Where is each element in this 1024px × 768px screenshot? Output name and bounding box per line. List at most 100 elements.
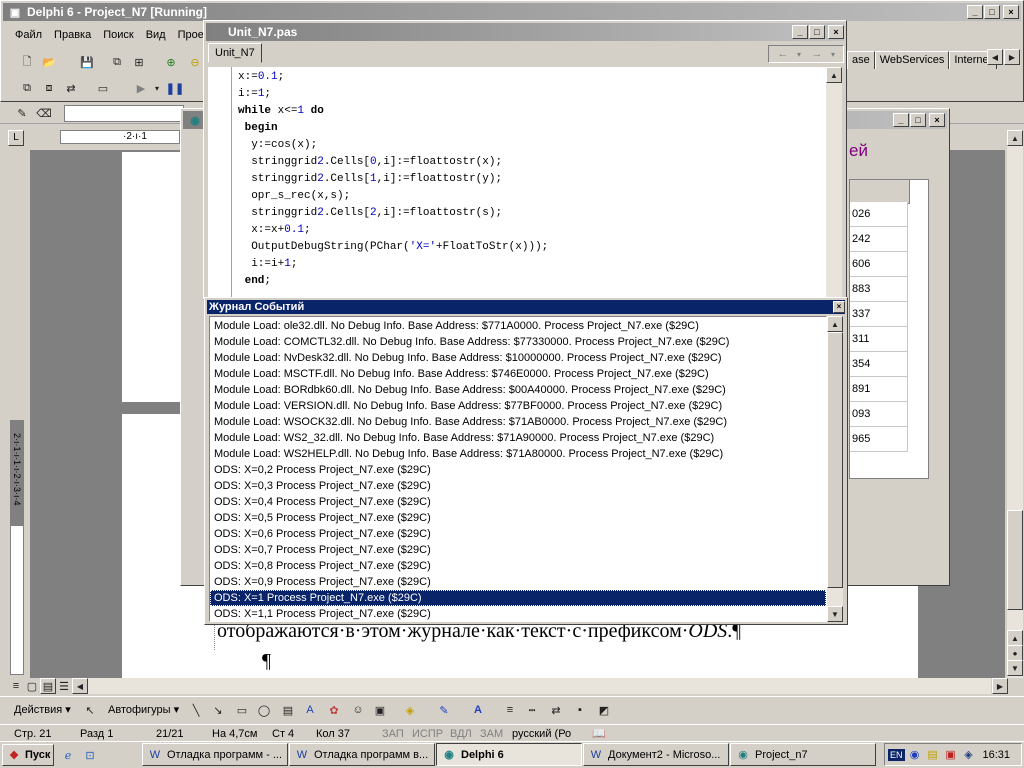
palette-tab-webservices[interactable]: WebServices: [874, 51, 950, 69]
status-lang[interactable]: русский (Ро: [512, 727, 571, 742]
editor-vscroll[interactable]: ▲: [826, 67, 842, 297]
web-view-icon[interactable]: ▢: [24, 678, 40, 694]
log-line[interactable]: Module Load: WS2HELP.dll. No Debug Info.…: [210, 446, 826, 462]
select-pointer-icon[interactable]: ↖: [82, 702, 98, 718]
delphi-minimize-button[interactable]: _: [967, 5, 983, 19]
menu-edit[interactable]: Правка: [48, 29, 97, 47]
save-icon[interactable]: 💾: [79, 54, 95, 70]
eye-tray-icon[interactable]: ◉: [907, 747, 923, 763]
fill-color-icon[interactable]: ◈: [402, 702, 418, 718]
palette-tab-ase[interactable]: ase: [847, 51, 875, 69]
nav-forward-dropdown-icon[interactable]: ▾: [825, 46, 841, 62]
arrow-style-icon[interactable]: ⇄: [548, 702, 564, 718]
event-log-titlebar[interactable]: Журнал Событий: [207, 300, 845, 314]
status-rec[interactable]: ЗАП: [382, 727, 404, 742]
oval-tool-icon[interactable]: ◯: [256, 702, 272, 718]
menu-file[interactable]: Файл: [9, 29, 48, 47]
style-field[interactable]: [64, 105, 184, 122]
log-line[interactable]: ODS: X=1,1 Process Project_N7.exe ($29C): [210, 606, 826, 621]
project-close-button[interactable]: ×: [929, 113, 945, 127]
diagram-icon[interactable]: ✿: [326, 702, 342, 718]
event-log-vscroll[interactable]: ▲ ▼: [827, 316, 843, 622]
task-delphi[interactable]: ◉ Delphi 6: [436, 743, 582, 766]
add-to-project-icon[interactable]: ⊕: [163, 54, 179, 70]
font-color-icon[interactable]: A: [470, 702, 486, 718]
shadow-icon[interactable]: ▪: [572, 702, 588, 718]
scroll-next-page-icon[interactable]: ▼: [1007, 660, 1023, 676]
rectangle-tool-icon[interactable]: ▭: [234, 702, 250, 718]
log-line[interactable]: Module Load: ole32.dll. No Debug Info. B…: [210, 318, 826, 334]
code-line[interactable]: while x<=1 do: [238, 103, 826, 120]
normal-view-icon[interactable]: ≡: [8, 678, 24, 694]
grid-cell[interactable]: 965: [850, 427, 908, 452]
editor-close-button[interactable]: ×: [828, 25, 844, 39]
log-line[interactable]: Module Load: MSCTF.dll. No Debug Info. B…: [210, 366, 826, 382]
log-line[interactable]: ODS: X=0,9 Process Project_N7.exe ($29C): [210, 574, 826, 590]
hscroll-left-icon[interactable]: ◀: [72, 678, 88, 694]
line-color-icon[interactable]: ✎: [436, 702, 452, 718]
palette-scroll-left-icon[interactable]: ◀: [987, 49, 1003, 65]
clipart-icon[interactable]: ☺: [350, 702, 366, 718]
actions-menu[interactable]: Действия ▾: [14, 703, 71, 716]
log-scroll-up-icon[interactable]: ▲: [827, 316, 843, 332]
nav-forward-icon[interactable]: →: [809, 46, 825, 62]
grid-cell[interactable]: 026: [850, 202, 908, 227]
print-view-icon[interactable]: ▤: [40, 678, 56, 694]
nav-back-dropdown-icon[interactable]: ▾: [791, 46, 807, 62]
editor-titlebar[interactable]: Unit_N7.pas: [206, 23, 844, 41]
word-vscroll[interactable]: ▲ ▲ ● ▼: [1007, 130, 1023, 678]
project-maximize-button[interactable]: □: [910, 113, 926, 127]
grid-cell[interactable]: 337: [850, 302, 908, 327]
hscroll-track[interactable]: [88, 678, 991, 694]
code-line[interactable]: x:=0.1;: [238, 69, 826, 86]
task-word-1[interactable]: W Отладка программ - ...: [142, 743, 288, 766]
log-line[interactable]: Module Load: WSOCK32.dll. No Debug Info.…: [210, 414, 826, 430]
log-line[interactable]: ODS: X=0,2 Process Project_N7.exe ($29C): [210, 462, 826, 478]
code-line[interactable]: i:=1;: [238, 86, 826, 103]
tray-app3-icon[interactable]: ◈: [961, 747, 977, 763]
log-line[interactable]: ODS: X=0,8 Process Project_N7.exe ($29C): [210, 558, 826, 574]
log-line[interactable]: ODS: X=0,3 Process Project_N7.exe ($29C): [210, 478, 826, 494]
grid-cell[interactable]: 883: [850, 277, 908, 302]
status-trk[interactable]: ИСПР: [412, 727, 443, 742]
input-lang-indicator[interactable]: EN: [888, 748, 905, 761]
save-all-icon[interactable]: ⧉: [109, 54, 125, 70]
textbox-tool-icon[interactable]: ▤: [280, 702, 296, 718]
menu-view[interactable]: Вид: [140, 29, 172, 47]
editor-tab-unit[interactable]: Unit_N7: [208, 43, 262, 63]
nav-back-icon[interactable]: ←: [775, 46, 791, 62]
code-line[interactable]: stringgrid2.Cells[1,i]:=floattostr(y);: [238, 171, 826, 188]
start-button[interactable]: ❖ Пуск: [2, 744, 54, 766]
eraser-icon[interactable]: ⌫: [36, 105, 52, 121]
editor-scroll-up-icon[interactable]: ▲: [826, 67, 842, 83]
scroll-up-icon[interactable]: ▲: [1007, 130, 1023, 146]
menu-search[interactable]: Поиск: [97, 29, 139, 47]
scroll-prev-page-icon[interactable]: ▲: [1007, 630, 1023, 646]
editor-maximize-button[interactable]: □: [809, 25, 825, 39]
view-form-icon[interactable]: ⧈: [41, 80, 57, 96]
log-line-selected[interactable]: ODS: X=1 Process Project_N7.exe ($29C): [210, 590, 826, 606]
task-word-2[interactable]: W Отладка программ в...: [289, 743, 435, 766]
hscroll-right-icon[interactable]: ▶: [992, 678, 1008, 694]
tray-app-icon[interactable]: ▤: [925, 747, 941, 763]
open-project-icon[interactable]: ⊞: [131, 54, 147, 70]
event-log-list[interactable]: Module Load: ole32.dll. No Debug Info. B…: [209, 316, 827, 622]
remove-from-project-icon[interactable]: ⊖: [187, 54, 203, 70]
spell-check-icon[interactable]: 📖: [592, 727, 606, 742]
pause-icon[interactable]: ❚❚: [166, 80, 184, 96]
code-line[interactable]: stringgrid2.Cells[2,i]:=floattostr(s);: [238, 205, 826, 222]
run-dropdown-icon[interactable]: ▾: [149, 80, 165, 96]
log-line[interactable]: Module Load: VERSION.dll. No Debug Info.…: [210, 398, 826, 414]
grid-cell[interactable]: 093: [850, 402, 908, 427]
log-scroll-thumb[interactable]: [827, 332, 843, 588]
new-file-icon[interactable]: 🗋: [19, 54, 35, 70]
3d-icon[interactable]: ◩: [596, 702, 612, 718]
log-scroll-down-icon[interactable]: ▼: [827, 606, 843, 622]
ie-quicklaunch-icon[interactable]: ℯ: [60, 747, 76, 763]
dash-style-icon[interactable]: ┅: [524, 702, 540, 718]
pencil-icon[interactable]: ✎: [14, 105, 30, 121]
log-line[interactable]: Module Load: NvDesk32.dll. No Debug Info…: [210, 350, 826, 366]
delphi-close-button[interactable]: ×: [1003, 5, 1019, 19]
palette-scroll-right-icon[interactable]: ▶: [1004, 49, 1020, 65]
delphi-titlebar[interactable]: ▣ Delphi 6 - Project_N7 [Running]: [3, 3, 1021, 21]
